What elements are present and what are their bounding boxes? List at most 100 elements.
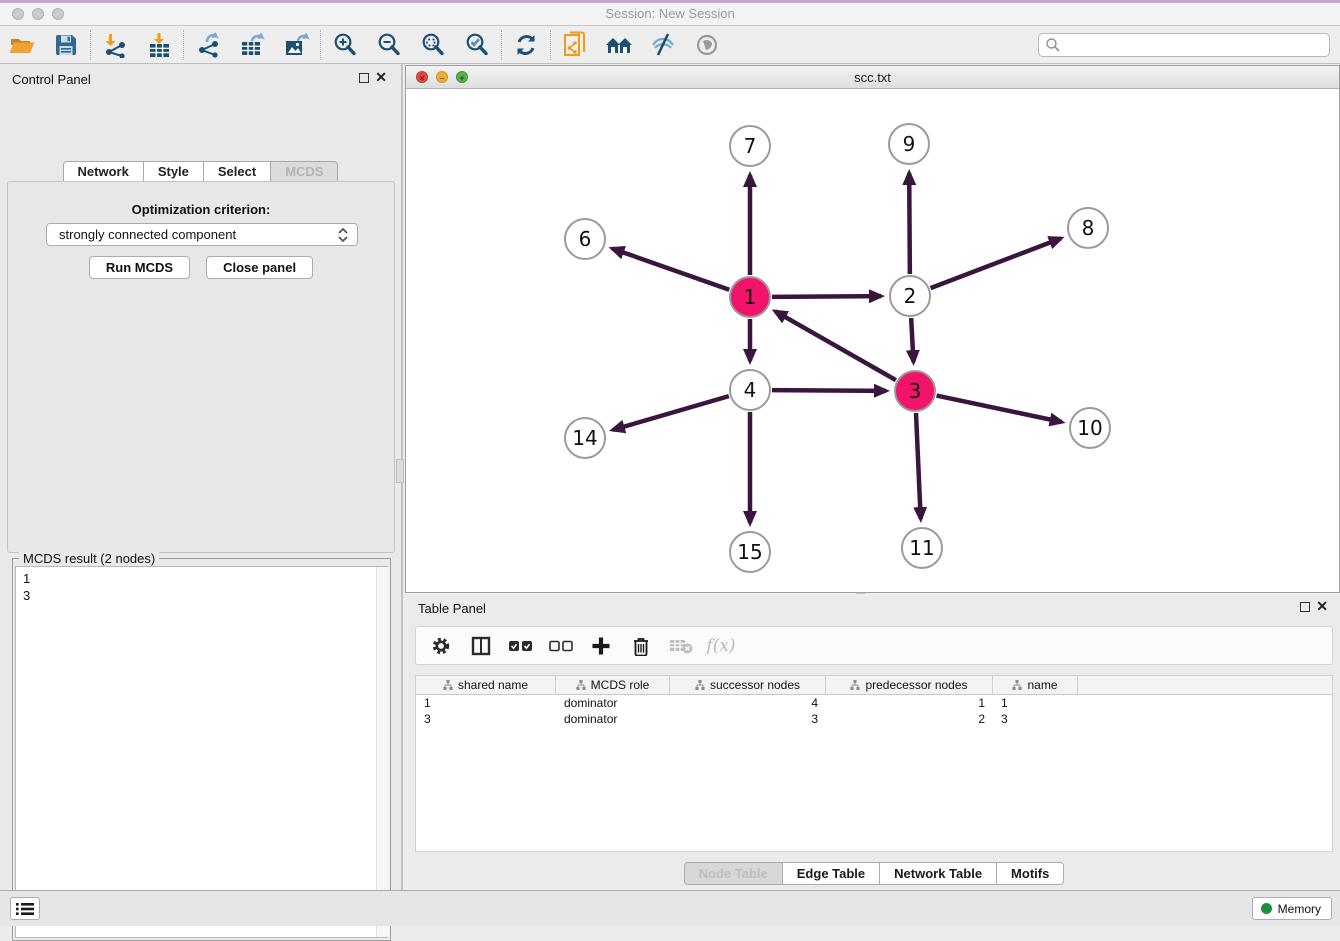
column-header-label: successor nodes xyxy=(710,678,800,692)
table-cell[interactable]: 4 xyxy=(670,695,826,711)
table-cell[interactable]: 1 xyxy=(993,695,1078,711)
graph-edge-4-14[interactable] xyxy=(613,396,729,430)
column-header-MCDS-role[interactable]: MCDS role xyxy=(556,676,670,694)
zoom-in-button[interactable] xyxy=(323,29,367,61)
graph-node-2[interactable]: 2 xyxy=(889,275,931,317)
result-scrollbar[interactable] xyxy=(376,567,389,937)
graph-edge-2-9[interactable] xyxy=(909,173,910,274)
table-cell[interactable]: dominator xyxy=(556,695,670,711)
memory-button[interactable]: Memory xyxy=(1252,897,1332,920)
tab-edge-table[interactable]: Edge Table xyxy=(783,862,880,885)
tab-style[interactable]: Style xyxy=(144,161,204,182)
run-mcds-button[interactable]: Run MCDS xyxy=(89,256,190,279)
column-header-predecessor-nodes[interactable]: predecessor nodes xyxy=(826,676,993,694)
toolbar-separator xyxy=(320,30,321,60)
column-header-label: name xyxy=(1027,678,1057,692)
tab-motifs[interactable]: Motifs xyxy=(997,862,1064,885)
tab-mcds[interactable]: MCDS xyxy=(271,161,338,182)
task-history-button[interactable] xyxy=(10,897,40,920)
tab-network-table[interactable]: Network Table xyxy=(880,862,997,885)
column-header-name[interactable]: name xyxy=(993,676,1078,694)
table-cell[interactable]: dominator xyxy=(556,711,670,727)
eye-icon xyxy=(694,32,720,58)
graph-node-14[interactable]: 14 xyxy=(564,417,606,459)
vertical-splitter-grip[interactable] xyxy=(396,459,404,483)
table-cell[interactable]: 3 xyxy=(670,711,826,727)
graph-edge-1-2[interactable] xyxy=(772,296,881,297)
memory-label: Memory xyxy=(1278,902,1321,916)
export-table-icon xyxy=(239,32,266,58)
table-cell[interactable]: 3 xyxy=(993,711,1078,727)
hide-selected-button[interactable] xyxy=(641,29,685,61)
graph-node-15[interactable]: 15 xyxy=(729,531,771,573)
control-panel-tabs: Network Style Select MCDS xyxy=(0,161,401,182)
table-settings-button[interactable] xyxy=(428,633,454,659)
import-network-button[interactable] xyxy=(93,29,137,61)
deselect-all-columns-button[interactable] xyxy=(548,633,574,659)
zoom-out-button[interactable] xyxy=(367,29,411,61)
graph-node-7[interactable]: 7 xyxy=(729,125,771,167)
close-panel-button[interactable]: Close panel xyxy=(206,256,313,279)
optimization-criterion-select[interactable]: strongly connected component xyxy=(46,223,358,246)
duplicate-network-button[interactable] xyxy=(553,29,597,61)
export-table-button[interactable] xyxy=(230,29,274,61)
close-panel-icon[interactable]: ✕ xyxy=(375,68,387,86)
table-row[interactable]: 1dominator411 xyxy=(416,695,1332,711)
table-cell[interactable]: 3 xyxy=(416,711,556,727)
float-panel-icon[interactable] xyxy=(1300,602,1310,612)
control-panel-header: Control Panel ✕ xyxy=(0,64,401,94)
graph-node-8[interactable]: 8 xyxy=(1067,207,1109,249)
graph-node-10[interactable]: 10 xyxy=(1069,407,1111,449)
create-column-button[interactable] xyxy=(588,633,614,659)
delete-column-button[interactable] xyxy=(628,633,654,659)
graph-node-9[interactable]: 9 xyxy=(888,123,930,165)
graph-node-4[interactable]: 4 xyxy=(729,369,771,411)
float-panel-icon[interactable] xyxy=(359,73,369,83)
network-window-titlebar[interactable]: × – + scc.txt xyxy=(406,66,1339,89)
save-session-button[interactable] xyxy=(44,29,88,61)
table-header-row: shared name MCDS role successor nodes prede… xyxy=(416,676,1332,695)
function-builder-button[interactable]: f(x) xyxy=(708,633,734,659)
delete-table-button[interactable] xyxy=(668,633,694,659)
zoom-selected-button[interactable] xyxy=(455,29,499,61)
home-button[interactable] xyxy=(597,29,641,61)
import-table-button[interactable] xyxy=(137,29,181,61)
table-cell[interactable]: 1 xyxy=(416,695,556,711)
graph-edge-3-11[interactable] xyxy=(916,413,921,519)
graph-edge-3-10[interactable] xyxy=(937,396,1062,422)
open-session-button[interactable] xyxy=(0,29,44,61)
edges-layer[interactable] xyxy=(406,89,1339,592)
mcds-result-textarea[interactable]: 1 3 xyxy=(15,566,388,938)
graph-node-1[interactable]: 1 xyxy=(729,276,771,318)
select-all-columns-button[interactable] xyxy=(508,633,534,659)
graph-node-6[interactable]: 6 xyxy=(564,218,606,260)
graph-node-11[interactable]: 11 xyxy=(901,527,943,569)
table-cell[interactable]: 1 xyxy=(826,695,993,711)
search-input[interactable] xyxy=(1038,33,1330,57)
graph-edge-3-1[interactable] xyxy=(775,311,896,380)
column-type-icon xyxy=(695,680,705,690)
show-columns-button[interactable] xyxy=(468,633,494,659)
tab-network[interactable]: Network xyxy=(63,161,144,182)
node-table[interactable]: shared name MCDS role successor nodes prede… xyxy=(415,675,1333,852)
export-image-button[interactable] xyxy=(274,29,318,61)
export-image-icon xyxy=(283,32,310,58)
column-header-shared-name[interactable]: shared name xyxy=(416,676,556,694)
graph-edge-2-3[interactable] xyxy=(911,318,913,362)
graph-edge-4-3[interactable] xyxy=(772,390,886,391)
table-cell[interactable]: 2 xyxy=(826,711,993,727)
export-network-button[interactable] xyxy=(186,29,230,61)
graph-edge-1-6[interactable] xyxy=(612,249,729,290)
close-panel-icon[interactable]: ✕ xyxy=(1316,597,1328,615)
column-header-label: shared name xyxy=(458,678,528,692)
network-canvas[interactable]: 7 9 6 8 1 2 4 3 14 10 15 11 xyxy=(406,89,1339,592)
tab-node-table[interactable]: Node Table xyxy=(684,862,783,885)
graph-node-3[interactable]: 3 xyxy=(894,370,936,412)
table-row[interactable]: 3dominator323 xyxy=(416,711,1332,727)
zoom-fit-button[interactable] xyxy=(411,29,455,61)
refresh-button[interactable] xyxy=(504,29,548,61)
column-header-successor-nodes[interactable]: successor nodes xyxy=(670,676,826,694)
tab-select[interactable]: Select xyxy=(204,161,271,182)
show-all-button[interactable] xyxy=(685,29,729,61)
graph-edge-2-8[interactable] xyxy=(931,238,1061,288)
